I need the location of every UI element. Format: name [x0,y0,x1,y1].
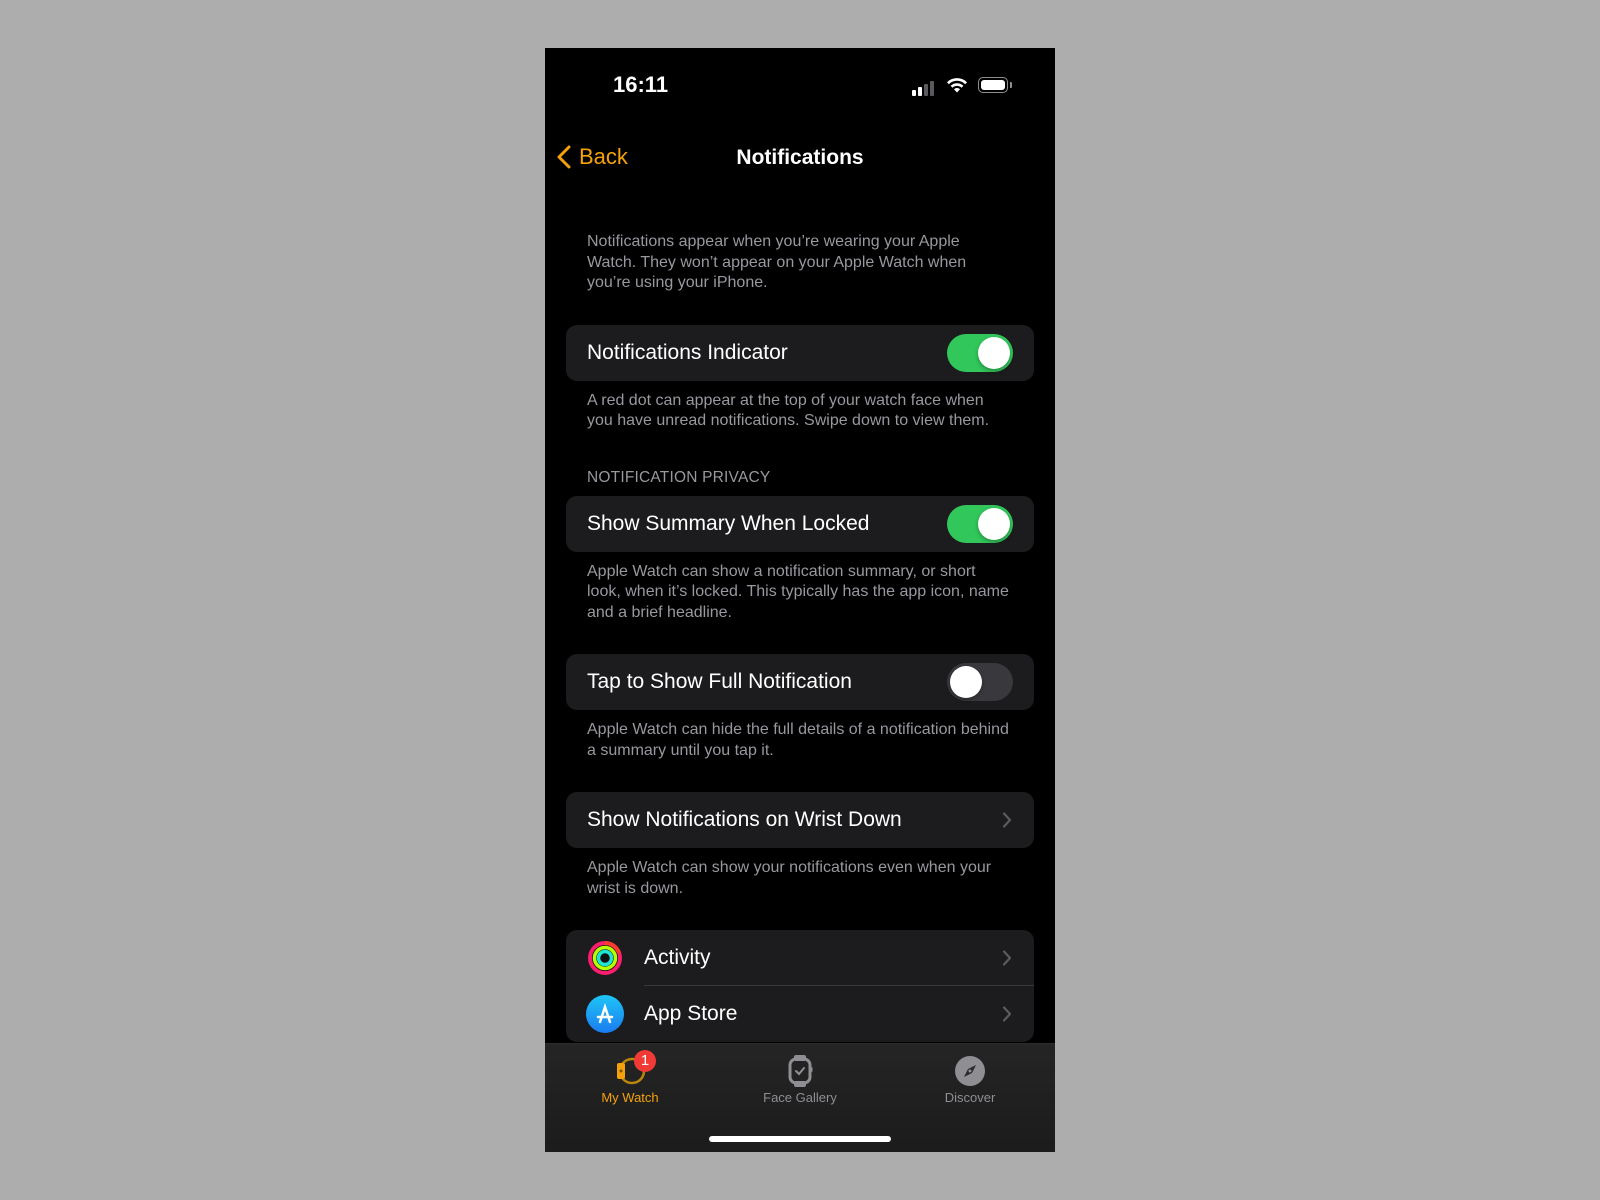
show-notifications-on-wrist-down-row[interactable]: Show Notifications on Wrist Down [566,792,1034,848]
home-indicator[interactable] [709,1136,891,1142]
notifications-indicator-group: Notifications Indicator [566,324,1034,381]
show-summary-group: Show Summary When Locked [566,495,1034,552]
battery-nub [1010,82,1012,88]
tab-label: Face Gallery [763,1090,837,1105]
row-label: Notifications Indicator [587,340,788,364]
navigation-bar: Back Notifications [545,128,1055,188]
battery-icon [978,77,1008,93]
intro-text: Notifications appear when you’re wearing… [587,233,967,291]
tab-my-watch[interactable]: 1 My Watch [570,1050,690,1105]
show-summary-when-locked-row: Show Summary When Locked [566,496,1034,552]
phone-screen: 16:11 Back Notifications Notifications a… [545,48,1055,1152]
wifi-icon [947,78,967,93]
tab-discover[interactable]: Discover [910,1052,1030,1105]
tap-to-show-full-notification-toggle[interactable] [947,663,1013,701]
row-label: Show Summary When Locked [587,511,870,535]
apps-group: Activity App Store [566,930,1034,1042]
notifications-indicator-footer: A red dot can appear at the top of your … [587,391,990,430]
settings-content: Notifications appear when you’re wearing… [545,188,1055,1042]
tab-bar: 1 My Watch Face Gallery Discover [545,1043,1055,1152]
toggle-knob [950,666,982,698]
cellular-signal-icon [912,80,938,96]
app-row-app-store[interactable]: App Store [566,986,1034,1042]
tab-label: My Watch [601,1090,659,1105]
watch-face-icon [788,1055,813,1087]
show-summary-when-locked-toggle[interactable] [947,504,1013,543]
notifications-indicator-toggle[interactable] [947,333,1013,372]
chevron-right-icon [1002,950,1012,966]
app-store-icon [586,995,624,1033]
tap-to-show-full-notification-row: Tap to Show Full Notification [566,654,1034,710]
compass-icon [955,1056,985,1086]
row-label: Show Notifications on Wrist Down [587,808,902,831]
tab-face-gallery[interactable]: Face Gallery [740,1052,860,1105]
status-bar: 16:11 [545,48,1055,128]
activity-rings-icon [586,939,624,977]
wrist-down-group: Show Notifications on Wrist Down [566,792,1034,848]
toggle-knob [978,507,1010,540]
app-label: Activity [644,946,711,969]
row-label: Tap to Show Full Notification [587,670,852,693]
app-label: App Store [644,1002,738,1025]
status-time: 16:11 [613,72,669,97]
tap-to-show-footer: Apple Watch can hide the full details of… [587,721,1009,759]
notification-badge: 1 [634,1050,656,1072]
tab-label: Discover [944,1090,996,1105]
app-row-activity[interactable]: Activity [566,930,1034,986]
toggle-knob [978,336,1010,369]
chevron-right-icon [1002,1006,1012,1022]
wrist-down-footer: Apple Watch can show your notifications … [587,859,992,897]
tap-to-show-group: Tap to Show Full Notification [566,654,1034,710]
page-title: Notifications [736,146,864,169]
show-summary-footer: Apple Watch can show a notification summ… [587,562,1009,621]
section-header-notification-privacy: Notification Privacy [587,468,771,486]
chevron-right-icon [1002,812,1012,828]
notifications-indicator-row: Notifications Indicator [566,325,1034,381]
